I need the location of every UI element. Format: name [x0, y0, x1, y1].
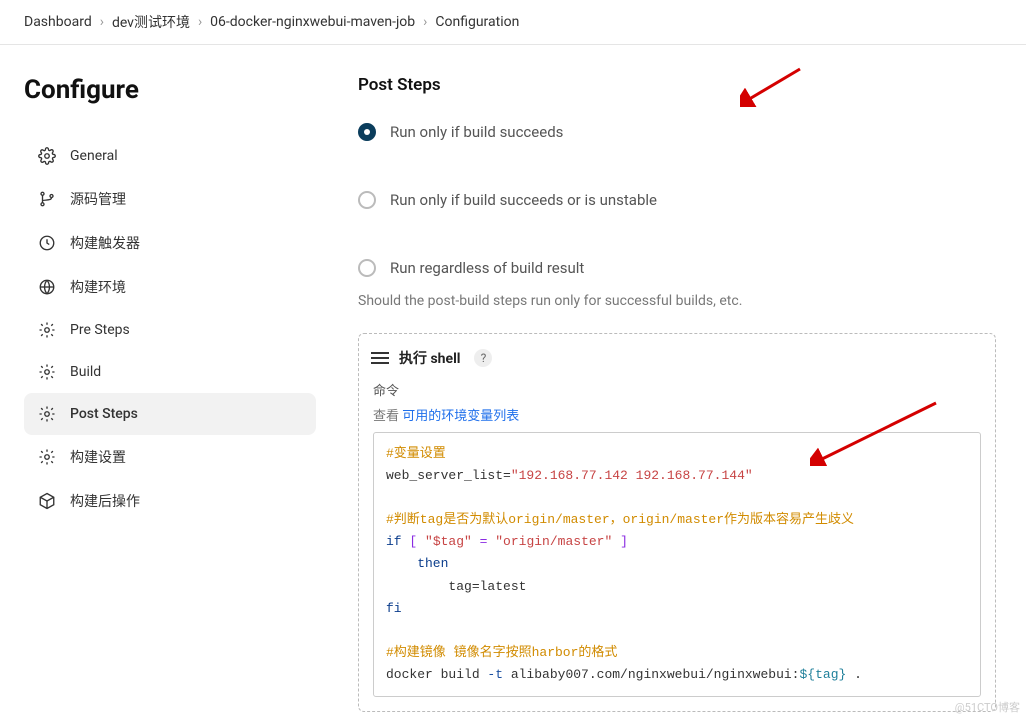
- page-title: Configure: [24, 75, 316, 105]
- drag-handle-icon[interactable]: [371, 352, 389, 364]
- sidebar-item-postbuild[interactable]: 构建后操作: [24, 479, 316, 523]
- build-step-card: 执行 shell ? 命令 查看 可用的环境变量列表 #变量设置 web_ser…: [358, 333, 996, 712]
- sidebar-item-triggers[interactable]: 构建触发器: [24, 221, 316, 265]
- step-title: 执行 shell: [399, 348, 460, 368]
- cube-icon: [38, 492, 56, 510]
- section-heading: Post Steps: [358, 75, 996, 95]
- radio-option-succeeds[interactable]: Run only if build succeeds: [358, 123, 996, 141]
- help-icon[interactable]: ?: [474, 349, 492, 367]
- radio-label: Run only if build succeeds: [390, 123, 563, 141]
- sidebar-item-scm[interactable]: 源码管理: [24, 177, 316, 221]
- radio-icon: [358, 191, 376, 209]
- sidebar-item-label: General: [70, 148, 118, 164]
- field-label: 命令: [373, 380, 981, 399]
- gear-icon: [38, 448, 56, 466]
- gear-icon: [38, 405, 56, 423]
- sidebar-item-build[interactable]: Build: [24, 351, 316, 393]
- env-vars-link[interactable]: 可用的环境变量列表: [402, 409, 519, 424]
- crumb-job[interactable]: 06-docker-nginxwebui-maven-job: [210, 14, 415, 30]
- crumb-page[interactable]: Configuration: [435, 14, 519, 30]
- sidebar-item-label: 构建环境: [70, 277, 126, 297]
- radio-label: Run regardless of build result: [390, 259, 584, 277]
- chevron-right-icon: ›: [100, 14, 104, 30]
- env-link-row: 查看 可用的环境变量列表: [373, 405, 981, 424]
- sidebar-item-label: 构建触发器: [70, 233, 140, 253]
- radio-option-unstable[interactable]: Run only if build succeeds or is unstabl…: [358, 191, 996, 209]
- crumb-dashboard[interactable]: Dashboard: [24, 14, 92, 30]
- radio-icon: [358, 259, 376, 277]
- breadcrumb: Dashboard › dev测试环境 › 06-docker-nginxweb…: [0, 0, 1026, 45]
- crumb-env[interactable]: dev测试环境: [112, 12, 190, 32]
- gear-icon: [38, 363, 56, 381]
- sidebar: Configure General 源码管理 构建触发器 构建环境 Pre St…: [0, 45, 340, 712]
- sidebar-item-presteps[interactable]: Pre Steps: [24, 309, 316, 351]
- sidebar-item-buildsettings[interactable]: 构建设置: [24, 435, 316, 479]
- globe-icon: [38, 278, 56, 296]
- gear-icon: [38, 147, 56, 165]
- radio-icon: [358, 123, 376, 141]
- chevron-right-icon: ›: [198, 14, 202, 30]
- sidebar-item-label: 源码管理: [70, 189, 126, 209]
- sidebar-item-label: 构建后操作: [70, 491, 140, 511]
- sidebar-item-label: Build: [70, 364, 101, 380]
- shell-command-input[interactable]: #变量设置 web_server_list="192.168.77.142 19…: [373, 432, 981, 697]
- chevron-right-icon: ›: [423, 14, 427, 30]
- sidebar-item-poststeps[interactable]: Post Steps: [24, 393, 316, 435]
- radio-option-regardless[interactable]: Run regardless of build result: [358, 259, 996, 277]
- sidebar-item-label: Post Steps: [70, 406, 138, 422]
- radio-label: Run only if build succeeds or is unstabl…: [390, 191, 657, 209]
- sidebar-item-env[interactable]: 构建环境: [24, 265, 316, 309]
- branch-icon: [38, 190, 56, 208]
- sidebar-item-general[interactable]: General: [24, 135, 316, 177]
- sidebar-item-label: 构建设置: [70, 447, 126, 467]
- main-content: Post Steps Run only if build succeeds Ru…: [340, 45, 1026, 712]
- clock-icon: [38, 234, 56, 252]
- help-text: Should the post-build steps run only for…: [358, 293, 996, 309]
- sidebar-item-label: Pre Steps: [70, 322, 130, 338]
- gear-icon: [38, 321, 56, 339]
